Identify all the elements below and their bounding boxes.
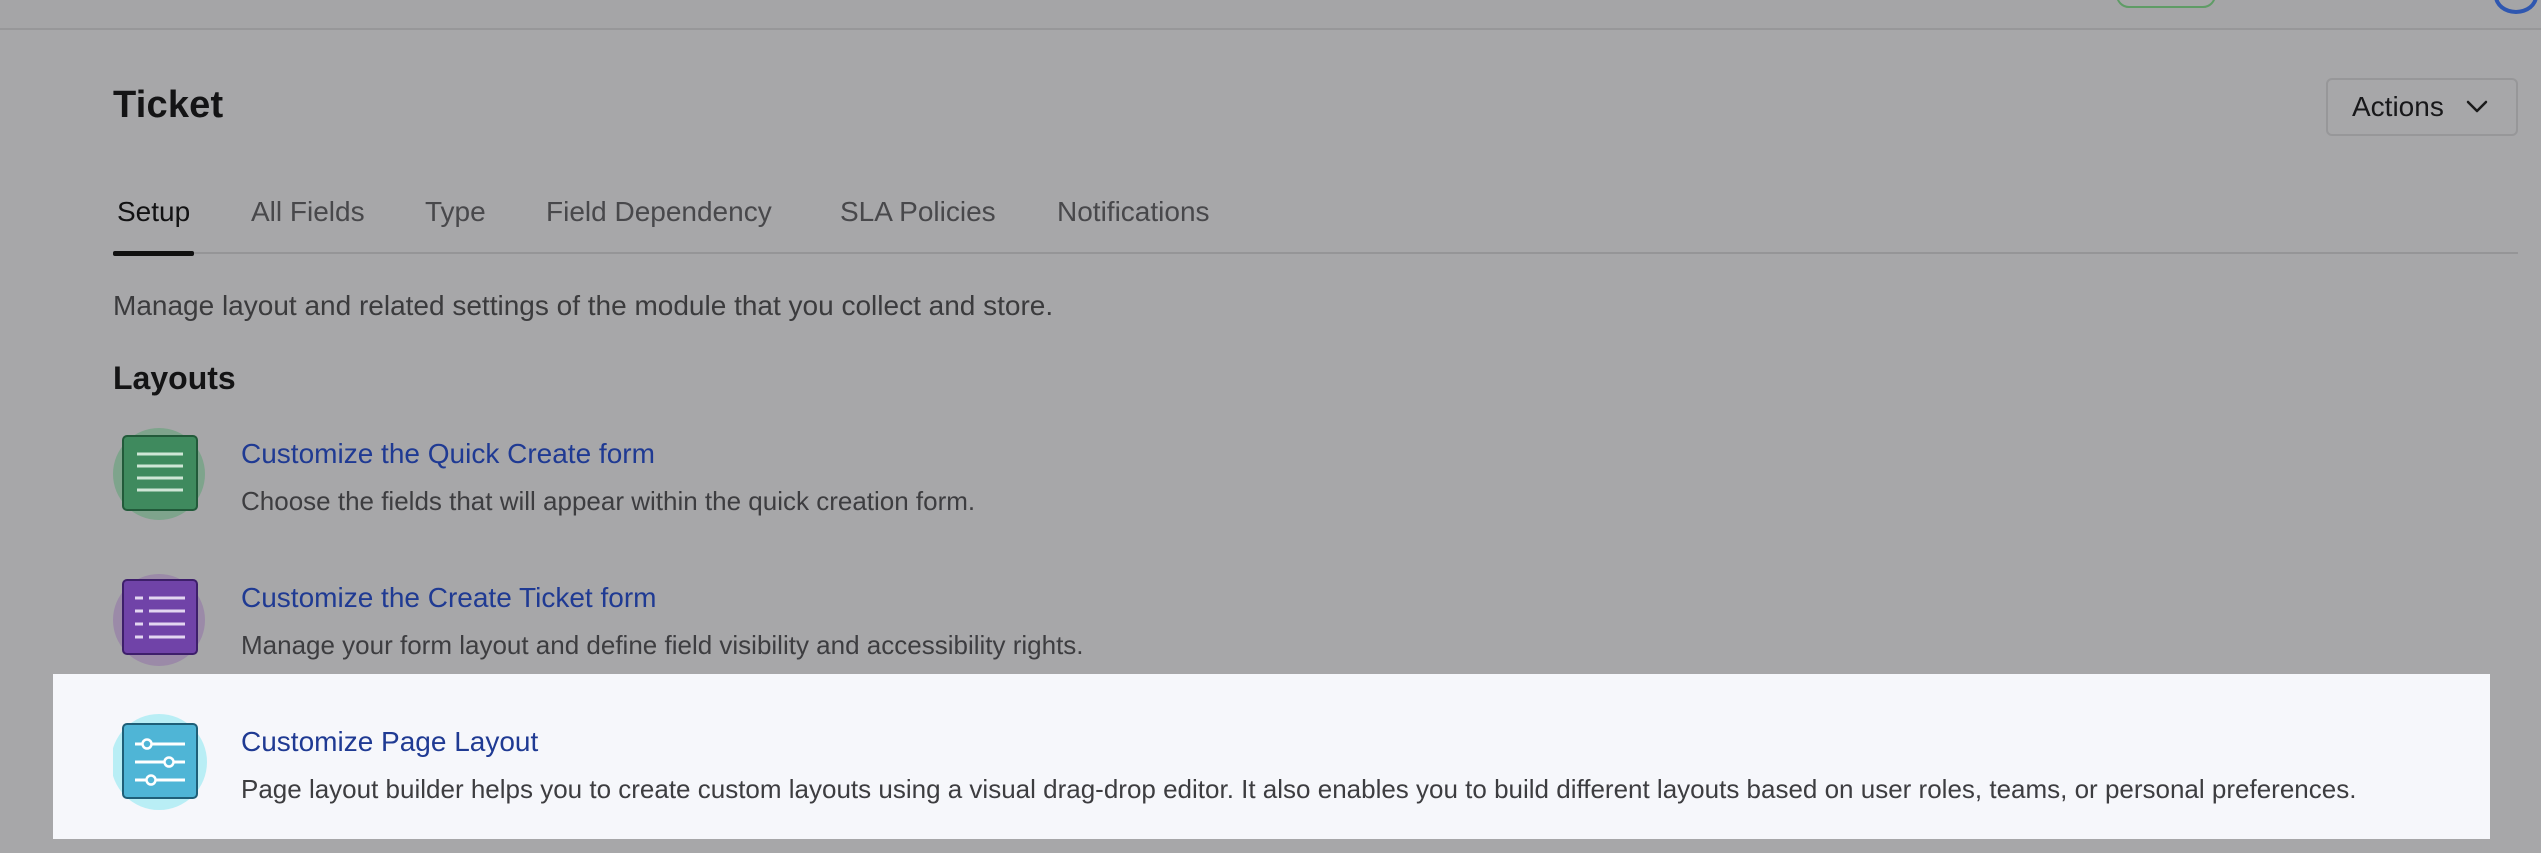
sliders-icon	[113, 714, 207, 810]
page-title: Ticket	[113, 84, 224, 126]
tab-all-fields[interactable]: All Fields	[251, 196, 365, 252]
chevron-down-icon	[2466, 100, 2488, 113]
tab-field-dependency[interactable]: Field Dependency	[546, 196, 772, 252]
page-layout-item[interactable]: Customize Page Layout Page layout builde…	[113, 714, 2483, 814]
bulleted-list-icon	[113, 574, 205, 666]
tab-sla-policies[interactable]: SLA Policies	[840, 196, 996, 252]
module-description: Manage layout and related settings of th…	[113, 290, 1054, 321]
create-ticket-form-description: Manage your form layout and define field…	[241, 630, 1084, 660]
tab-notifications[interactable]: Notifications	[1057, 196, 1210, 252]
quick-create-form-description: Choose the fields that will appear withi…	[241, 486, 976, 516]
quick-create-form-link[interactable]: Customize the Quick Create form	[241, 438, 655, 470]
page-layout-description: Page layout builder helps you to create …	[241, 774, 2357, 804]
layouts-heading: Layouts	[113, 360, 236, 396]
top-bar	[0, 0, 2541, 30]
tab-type[interactable]: Type	[425, 196, 486, 252]
actions-button[interactable]: Actions	[2326, 78, 2518, 136]
tab-setup[interactable]: Setup	[112, 196, 195, 256]
actions-button-label: Actions	[2352, 91, 2444, 122]
status-pill[interactable]	[2116, 0, 2216, 8]
create-ticket-form-link[interactable]: Customize the Create Ticket form	[241, 582, 656, 614]
tab-bar: Setup All Fields Type Field Dependency S…	[112, 196, 2518, 256]
page-layout-link[interactable]: Customize Page Layout	[241, 726, 538, 758]
quick-create-form-item[interactable]: Customize the Quick Create form Choose t…	[113, 426, 1313, 526]
create-ticket-form-item[interactable]: Customize the Create Ticket form Manage …	[113, 570, 1313, 670]
avatar[interactable]	[2494, 0, 2538, 14]
list-form-icon	[113, 428, 205, 520]
